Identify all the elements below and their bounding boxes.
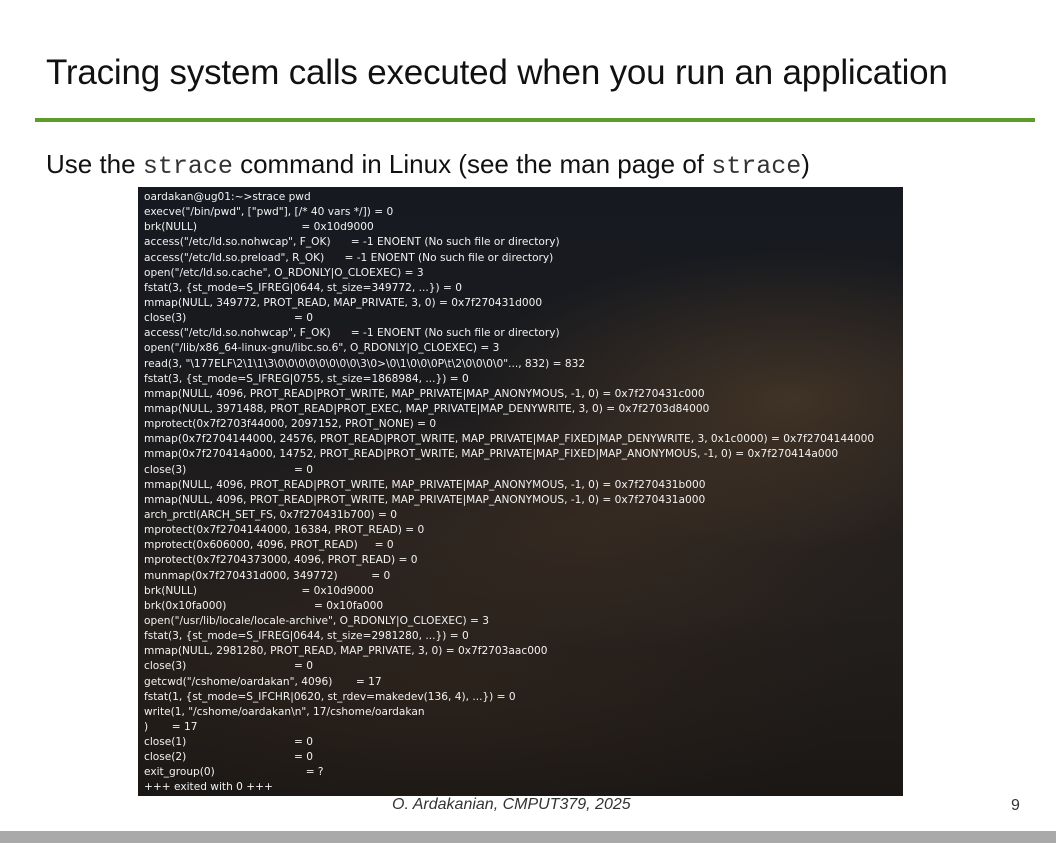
bottom-bar — [0, 831, 1056, 843]
terminal-line: close(3) = 0 — [144, 463, 314, 476]
subtitle-prefix: Use the — [46, 149, 143, 179]
terminal-line: mmap(NULL, 2981280, PROT_READ, MAP_PRIVA… — [144, 645, 548, 658]
terminal-line: fstat(3, {st_mode=S_IFREG|0644, st_size=… — [144, 630, 469, 643]
terminal-line: mmap(0x7f270414a000, 14752, PROT_READ|PR… — [144, 448, 839, 461]
strace-command: strace — [142, 152, 233, 181]
terminal-line: execve("/bin/pwd", ["pwd"], [/* 40 vars … — [144, 206, 394, 219]
terminal-line: arch_prctl(ARCH_SET_FS, 0x7f270431b700) … — [144, 508, 397, 521]
subtitle-suffix: ) — [801, 149, 810, 179]
terminal-line: brk(0x10fa000) = 0x10fa000 — [144, 599, 384, 612]
terminal-line: close(3) = 0 — [144, 660, 314, 673]
terminal-line: ) = 17 — [144, 720, 198, 733]
terminal-line: open("/usr/lib/locale/locale-archive", O… — [144, 614, 490, 627]
terminal-line: mmap(NULL, 3971488, PROT_READ|PROT_EXEC,… — [144, 402, 710, 415]
terminal-line: mprotect(0x7f2704373000, 4096, PROT_READ… — [144, 554, 418, 567]
terminal-line: munmap(0x7f270431d000, 349772) = 0 — [144, 569, 391, 582]
terminal-line: close(3) = 0 — [144, 312, 314, 325]
page-number: 9 — [1011, 797, 1020, 814]
strace-command-manpage: strace — [711, 152, 802, 181]
terminal-line: oardakan@ug01:~>strace pwd — [144, 191, 311, 203]
terminal-output: oardakan@ug01:~>strace pwd execve("/bin/p… — [144, 190, 903, 796]
terminal-screenshot: oardakan@ug01:~>strace pwd execve("/bin/p… — [138, 187, 903, 796]
terminal-line: open("/etc/ld.so.cache", O_RDONLY|O_CLOE… — [144, 266, 424, 279]
slide-subtitle: Use the strace command in Linux (see the… — [46, 149, 810, 181]
terminal-line: write(1, "/cshome/oardakan\n", 17/cshome… — [144, 705, 425, 718]
terminal-line: mmap(NULL, 4096, PROT_READ|PROT_WRITE, M… — [144, 387, 705, 400]
terminal-line: mmap(NULL, 4096, PROT_READ|PROT_WRITE, M… — [144, 493, 706, 506]
terminal-line: open("/lib/x86_64-linux-gnu/libc.so.6", … — [144, 342, 500, 355]
terminal-line: brk(NULL) = 0x10d9000 — [144, 221, 374, 234]
footer-credit: O. Ardakanian, CMPUT379, 2025 — [392, 796, 631, 813]
terminal-line: exit_group(0) = ? — [144, 766, 324, 779]
terminal-line: close(2) = 0 — [144, 751, 314, 764]
terminal-line: mprotect(0x7f2704144000, 16384, PROT_REA… — [144, 524, 425, 537]
terminal-line: fstat(3, {st_mode=S_IFREG|0755, st_size=… — [144, 372, 469, 385]
terminal-line: access("/etc/ld.so.preload", R_OK) = -1 … — [144, 251, 554, 264]
terminal-line: mprotect(0x606000, 4096, PROT_READ) = 0 — [144, 539, 394, 552]
terminal-line: mmap(NULL, 349772, PROT_READ, MAP_PRIVAT… — [144, 296, 543, 309]
terminal-line: fstat(1, {st_mode=S_IFCHR|0620, st_rdev=… — [144, 690, 516, 703]
subtitle-middle: command in Linux (see the man page of — [232, 149, 712, 179]
terminal-line: close(1) = 0 — [144, 736, 314, 749]
slide-title: Tracing system calls executed when you r… — [46, 53, 948, 92]
terminal-line: mmap(NULL, 4096, PROT_READ|PROT_WRITE, M… — [144, 478, 706, 491]
terminal-line: fstat(3, {st_mode=S_IFREG|0644, st_size=… — [144, 281, 462, 294]
terminal-line: access("/etc/ld.so.nohwcap", F_OK) = -1 … — [144, 236, 560, 249]
terminal-line: access("/etc/ld.so.nohwcap", F_OK) = -1 … — [144, 327, 560, 340]
terminal-line: mprotect(0x7f2703f44000, 2097152, PROT_N… — [144, 418, 437, 431]
terminal-line: read(3, "\177ELF\2\1\1\3\0\0\0\0\0\0\0\0… — [144, 357, 586, 370]
terminal-line: mmap(0x7f2704144000, 24576, PROT_READ|PR… — [144, 433, 875, 446]
terminal-line: brk(NULL) = 0x10d9000 — [144, 584, 374, 597]
title-divider — [35, 118, 1035, 122]
terminal-line: getcwd("/cshome/oardakan", 4096) = 17 — [144, 675, 382, 688]
terminal-line: +++ exited with 0 +++ — [144, 781, 273, 794]
